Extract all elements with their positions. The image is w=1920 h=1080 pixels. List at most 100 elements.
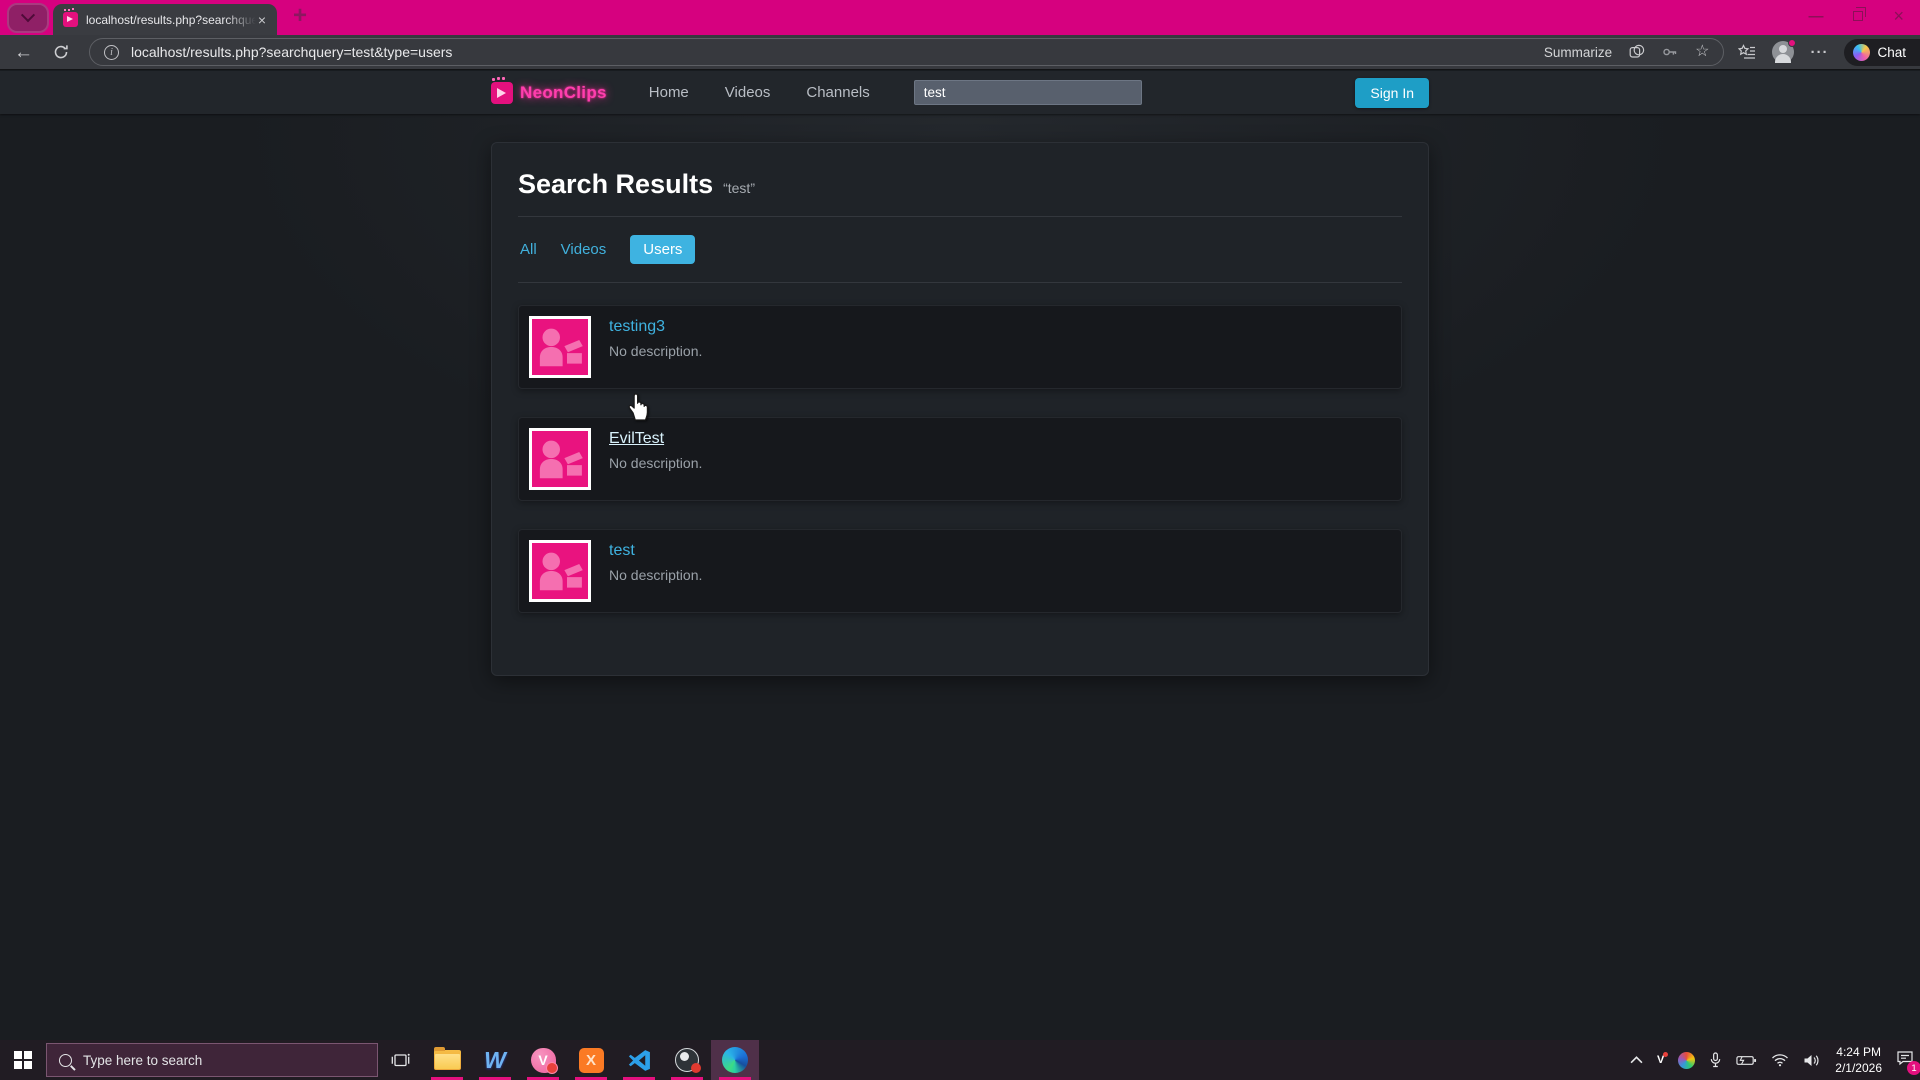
workspaces-button[interactable]	[7, 3, 49, 33]
site-info-icon[interactable]: i	[104, 45, 119, 60]
w-app-icon: W	[484, 1049, 506, 1072]
default-user-icon	[532, 431, 588, 487]
neonclips-logo-icon	[491, 82, 513, 104]
profile-badge	[1788, 39, 1796, 47]
notification-count-badge: 1	[1907, 1061, 1920, 1075]
sign-in-button[interactable]: Sign In	[1355, 78, 1429, 108]
filter-tab-users-active[interactable]: Users	[630, 235, 695, 264]
taskbar-obs[interactable]	[663, 1040, 711, 1080]
user-info: testing3 No description.	[609, 316, 702, 359]
page-title: Search Results	[518, 169, 713, 200]
file-explorer-icon	[434, 1050, 461, 1070]
site-favicon-icon	[63, 12, 78, 27]
url-text[interactable]: localhost/results.php?searchquery=test&t…	[131, 44, 452, 60]
system-tray: V 4:24 PM 2/1/2026	[1630, 1040, 1920, 1080]
browser-toolbar: ← i localhost/results.php?searchquery=te…	[0, 35, 1920, 70]
divider	[518, 282, 1402, 283]
tab-title: localhost/results.php?searchquer	[86, 13, 256, 27]
color-wheel-icon[interactable]	[1678, 1052, 1695, 1069]
user-description: No description.	[609, 455, 702, 471]
taskbar-search-box[interactable]: Type here to search	[46, 1043, 378, 1077]
divider	[518, 216, 1402, 217]
user-result-card[interactable]: testing3 No description.	[518, 305, 1402, 389]
browser-tab[interactable]: localhost/results.php?searchquer ×	[53, 4, 277, 35]
task-view-button[interactable]	[378, 1040, 423, 1080]
password-key-icon[interactable]	[1662, 44, 1678, 60]
minimize-button[interactable]: —	[1808, 9, 1823, 24]
chat-label: Chat	[1877, 45, 1906, 60]
user-name-link-hovered[interactable]: EvilTest	[609, 430, 664, 448]
tray-chevron-up-icon[interactable]	[1630, 1056, 1643, 1064]
filter-tab-all[interactable]: All	[520, 241, 537, 258]
taskbar-vscode[interactable]	[615, 1040, 663, 1080]
xampp-icon: X	[579, 1048, 604, 1073]
address-bar-actions: Summarize ☆	[1544, 44, 1710, 60]
vscode-icon	[627, 1048, 652, 1073]
tab-close-icon[interactable]: ×	[256, 11, 268, 29]
taskbar-xampp[interactable]: X	[567, 1040, 615, 1080]
default-user-icon	[532, 319, 588, 375]
restore-button[interactable]	[1853, 11, 1863, 21]
search-icon	[59, 1054, 72, 1067]
copilot-logo-icon	[1853, 44, 1870, 61]
microphone-icon[interactable]	[1709, 1051, 1722, 1069]
brand-name: NeonClips	[520, 83, 607, 103]
clock-date: 2/1/2026	[1835, 1060, 1882, 1076]
user-result-card[interactable]: test No description.	[518, 529, 1402, 613]
taskbar-w-app[interactable]: W	[471, 1040, 519, 1080]
nav-link-channels[interactable]: Channels	[806, 84, 869, 101]
obs-recording-icon	[675, 1048, 699, 1072]
settings-menu-button[interactable]: ···	[1810, 44, 1828, 61]
user-result-card[interactable]: EvilTest No description.	[518, 417, 1402, 501]
browser-titlebar: localhost/results.php?searchquer × + — ×	[0, 0, 1920, 35]
windows-logo-icon	[14, 1051, 32, 1069]
copilot-discover-icon[interactable]	[1629, 44, 1645, 60]
profile-avatar[interactable]	[1772, 41, 1794, 63]
favorites-hub-icon[interactable]	[1738, 44, 1756, 60]
refresh-button[interactable]	[53, 44, 69, 60]
user-avatar	[529, 428, 591, 490]
action-center-button[interactable]: 1	[1896, 1049, 1914, 1071]
nav-link-videos[interactable]: Videos	[725, 84, 771, 101]
site-logo[interactable]: NeonClips	[491, 82, 607, 104]
battery-charging-icon[interactable]	[1736, 1054, 1757, 1067]
windows-taskbar: Type here to search W V X	[0, 1040, 1920, 1080]
close-window-button[interactable]: ×	[1893, 7, 1904, 25]
new-tab-button[interactable]: +	[293, 4, 307, 28]
user-name-link[interactable]: test	[609, 542, 635, 560]
favorite-star-icon[interactable]: ☆	[1695, 44, 1709, 60]
page-viewport: NeonClips Home Videos Channels Sign In S…	[0, 71, 1920, 1040]
site-navbar: NeonClips Home Videos Channels Sign In	[0, 71, 1920, 114]
user-description: No description.	[609, 343, 702, 359]
start-button[interactable]	[0, 1040, 46, 1080]
back-button[interactable]: ←	[14, 43, 33, 62]
default-user-icon	[532, 543, 588, 599]
toolbar-right: ··· Chat	[1738, 39, 1906, 66]
user-results-list: testing3 No description. Ev	[518, 305, 1402, 613]
taskbar-edge-active[interactable]	[711, 1040, 759, 1080]
taskbar-clock[interactable]: 4:24 PM 2/1/2026	[1835, 1044, 1882, 1076]
taskbar-file-explorer[interactable]	[423, 1040, 471, 1080]
address-bar[interactable]: i localhost/results.php?searchquery=test…	[89, 38, 1724, 66]
wifi-icon[interactable]	[1771, 1053, 1789, 1067]
edge-browser-icon	[722, 1047, 748, 1073]
copilot-chat-button[interactable]: Chat	[1844, 39, 1920, 66]
taskbar-pink-v-app[interactable]: V	[519, 1040, 567, 1080]
search-results-panel: Search Results “test” All Videos Users	[491, 142, 1429, 676]
search-query-text: “test”	[723, 180, 755, 196]
tray-app-icon[interactable]: V	[1657, 1054, 1664, 1066]
nav-link-home[interactable]: Home	[649, 84, 689, 101]
chevron-down-icon	[21, 8, 35, 22]
user-info: test No description.	[609, 540, 702, 583]
pink-v-app-icon: V	[531, 1048, 556, 1073]
result-filters: All Videos Users	[518, 233, 1402, 266]
site-search-input[interactable]	[914, 80, 1142, 105]
user-avatar	[529, 540, 591, 602]
nav-links: Home Videos Channels	[649, 84, 870, 101]
summarize-button[interactable]: Summarize	[1544, 45, 1612, 60]
user-name-link[interactable]: testing3	[609, 318, 665, 336]
filter-tab-videos[interactable]: Videos	[561, 241, 607, 258]
volume-icon[interactable]	[1803, 1053, 1821, 1068]
user-avatar	[529, 316, 591, 378]
user-info: EvilTest No description.	[609, 428, 702, 471]
